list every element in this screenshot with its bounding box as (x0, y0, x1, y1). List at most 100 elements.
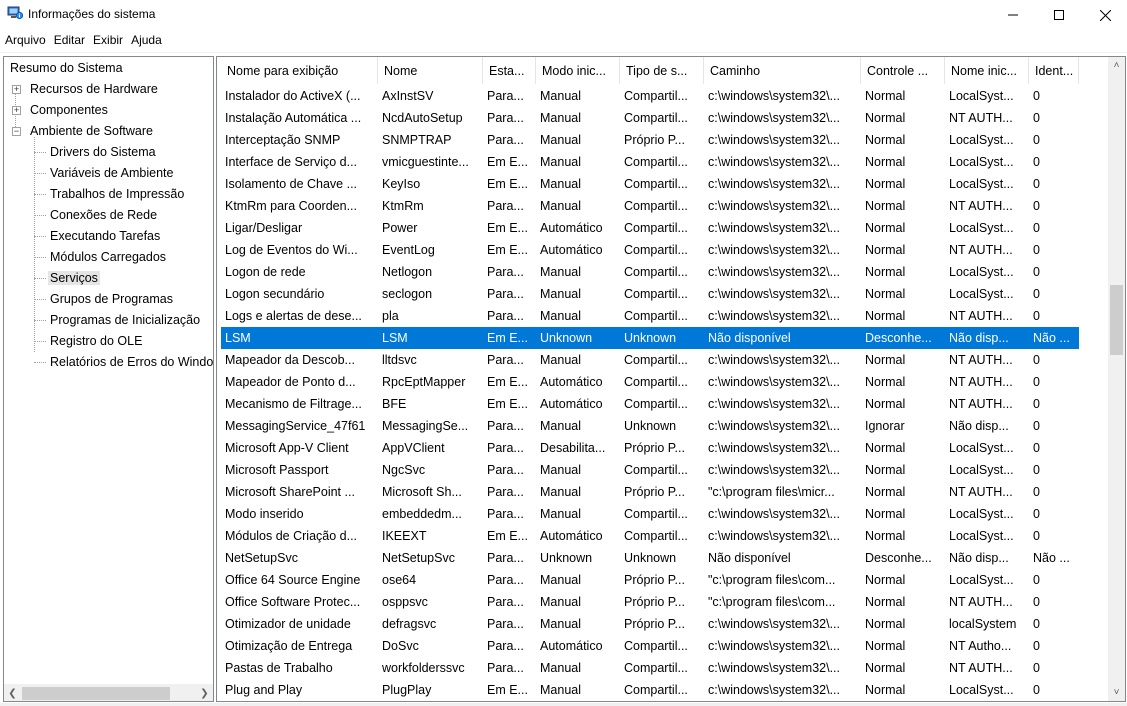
column-header[interactable]: Nome para exibição (221, 57, 378, 84)
category-tree-panel[interactable]: Resumo do Sistema + Recursos de Hardware + C… (3, 56, 214, 702)
table-row[interactable]: Plug and Play PlugPlay Em E... Manual Compar… (221, 679, 1079, 701)
table-row[interactable]: Mecanismo de Filtrage... BFE Em E... Automá… (221, 393, 1079, 415)
menu-arquivo[interactable]: Arquivo (0, 30, 49, 50)
tree-item[interactable]: Conexões de Rede (34, 205, 159, 226)
table-row[interactable]: Isolamento de Chave ... KeyIso Em E... Manu… (221, 173, 1079, 195)
table-row[interactable]: Interceptação SNMP SNMPTRAP Para... Manual P… (221, 129, 1079, 151)
scroll-up-button[interactable]: ˄ (1108, 57, 1125, 74)
table-row[interactable]: Logon de rede Netlogon Para... Manual Compar… (221, 261, 1079, 283)
table-cell: Automático (540, 639, 603, 653)
table-row[interactable]: Mapeador de Ponto d... RpcEptMapper Em E..… (221, 371, 1079, 393)
table-row[interactable]: Microsoft App-V Client AppVClient Para... D… (221, 437, 1079, 459)
column-header[interactable]: Tipo de s... (620, 57, 704, 84)
table-row[interactable]: Interface de Serviço d... vmicguestinte..… (221, 151, 1079, 173)
list-vertical-scrollbar[interactable]: ˄ ˅ (1108, 57, 1125, 701)
table-cell: LocalSyst... (949, 265, 1014, 279)
tree-item[interactable]: Registro do OLE (34, 331, 144, 352)
table-cell: vmicguestinte... (382, 155, 469, 169)
table-row[interactable]: Logs e alertas de dese... pla Para... Manua… (221, 305, 1079, 327)
table-row[interactable]: Ligar/Desligar Power Em E... Automático Comp… (221, 217, 1079, 239)
list-scroll-thumb[interactable] (1110, 285, 1123, 355)
table-cell: Compartil... (624, 89, 688, 103)
table-row[interactable]: Office 64 Source Engine ose64 Para... Manua… (221, 569, 1079, 591)
services-list[interactable]: Instalador do ActiveX (... AxInstSV Para..… (217, 84, 1107, 701)
column-header[interactable]: Nome (378, 57, 483, 84)
tree-item[interactable]: Trabalhos de Impressão (34, 184, 186, 205)
table-row[interactable]: Microsoft SharePoint ... Microsoft Sh... P… (221, 481, 1079, 503)
menu-exibir[interactable]: Exibir (88, 30, 126, 50)
tree-item[interactable]: + Recursos de Hardware (12, 79, 160, 100)
minimize-button[interactable] (990, 0, 1036, 30)
menu-editar[interactable]: Editar (49, 30, 88, 50)
category-tree[interactable]: Resumo do Sistema + Recursos de Hardware + C… (4, 57, 213, 681)
column-header[interactable]: Nome inic... (945, 57, 1029, 84)
table-row[interactable]: MessagingService_47f61 MessagingSe... Para… (221, 415, 1079, 437)
table-row[interactable]: Instalação Automática ... NcdAutoSetup Par… (221, 107, 1079, 129)
expand-icon[interactable]: + (12, 106, 21, 115)
tree-item[interactable]: + Componentes (12, 100, 110, 121)
tree-connector (34, 320, 46, 321)
table-row[interactable]: Microsoft Passport NgcSvc Para... Manual Com… (221, 459, 1079, 481)
table-cell: 0 (1033, 353, 1040, 367)
column-header[interactable]: Caminho (704, 57, 861, 84)
scroll-down-button[interactable]: ˅ (1108, 684, 1125, 701)
title-bar: Informações do sistema (0, 0, 1127, 30)
services-list-panel[interactable]: Nome para exibição Nome Esta... Modo inic..… (216, 56, 1126, 702)
table-row[interactable]: KtmRm para Coorden... KtmRm Para... Manual C… (221, 195, 1079, 217)
table-cell: Normal (865, 397, 906, 411)
tree-item-label: Executando Tarefas (50, 229, 161, 243)
tree-item[interactable]: Resumo do Sistema (8, 58, 125, 79)
table-row[interactable]: LSM LSM Em E... Unknown Unknown Não disponíve… (221, 327, 1079, 349)
table-cell: Compartil... (624, 287, 688, 301)
tree-item[interactable]: Executando Tarefas (34, 226, 162, 247)
table-cell: Office Software Protec... (225, 595, 361, 609)
table-cell: Em E... (487, 529, 528, 543)
tree-item[interactable]: Variáveis de Ambiente (34, 163, 175, 184)
table-cell: 0 (1033, 529, 1040, 543)
column-header[interactable]: Modo inic... (536, 57, 620, 84)
table-cell: Manual (540, 309, 581, 323)
table-row[interactable]: Instalador do ActiveX (... AxInstSV Para..… (221, 85, 1079, 107)
table-row[interactable]: Office Software Protec... osppsvc Para... M… (221, 591, 1079, 613)
column-header[interactable]: Esta... (483, 57, 536, 84)
table-cell: LocalSyst... (949, 463, 1014, 477)
table-cell: MessagingSe... (382, 419, 469, 433)
table-cell: Em E... (487, 155, 528, 169)
tree-item[interactable]: Drivers do Sistema (34, 142, 158, 163)
close-button[interactable] (1082, 0, 1127, 30)
table-row[interactable]: Otimizador de unidade defragsvc Para... Man… (221, 613, 1079, 635)
table-cell: Ignorar (865, 419, 905, 433)
table-row[interactable]: NetSetupSvc NetSetupSvc Para... Unknown Unkn… (221, 547, 1079, 569)
tree-item[interactable]: Programas de Inicialização (34, 310, 202, 331)
scroll-left-button[interactable]: ❮ (4, 685, 21, 701)
tree-item[interactable]: Relatórios de Erros do Windows (34, 352, 213, 373)
maximize-button[interactable] (1036, 0, 1082, 30)
tree-item[interactable]: Serviços (34, 268, 100, 289)
table-row[interactable]: Pastas de Trabalho workfolderssvc Para... M… (221, 657, 1079, 679)
collapse-icon[interactable]: − (12, 127, 21, 136)
tree-horizontal-scrollbar[interactable]: ❮ ❯ (4, 684, 213, 701)
table-cell: Para... (487, 595, 524, 609)
tree-connector (34, 215, 46, 216)
tree-item[interactable]: Módulos Carregados (34, 247, 168, 268)
table-row[interactable]: Modo inserido embeddedm... Para... Manual Co… (221, 503, 1079, 525)
table-cell: c:\windows\system32\... (708, 529, 840, 543)
table-cell: Compartil... (624, 177, 688, 191)
table-cell: MessagingService_47f61 (225, 419, 366, 433)
table-row[interactable]: Otimização de Entrega DoSvc Para... Automát… (221, 635, 1079, 657)
expand-icon[interactable]: + (12, 85, 21, 94)
table-row[interactable]: Log de Eventos do Wi... EventLog Em E... Au… (221, 239, 1079, 261)
tree-item[interactable]: Grupos de Programas (34, 289, 175, 310)
tree-scroll-thumb[interactable] (22, 687, 170, 700)
table-row[interactable]: Mapeador da Descob... lltdsvc Para... Manua… (221, 349, 1079, 371)
table-row[interactable]: Módulos de Criação d... IKEEXT Em E... Auto… (221, 525, 1079, 547)
table-row[interactable]: Logon secundário seclogon Para... Manual Com… (221, 283, 1079, 305)
column-header[interactable]: Ident... (1029, 57, 1079, 84)
table-cell: DoSvc (382, 639, 419, 653)
scroll-right-button[interactable]: ❯ (196, 685, 213, 701)
column-header[interactable]: Controle ... (861, 57, 945, 84)
tree-item[interactable]: − Ambiente de Software (12, 121, 155, 142)
table-cell: Normal (865, 617, 906, 631)
table-cell: c:\windows\system32\... (708, 639, 840, 653)
menu-ajuda[interactable]: Ajuda (126, 30, 165, 50)
